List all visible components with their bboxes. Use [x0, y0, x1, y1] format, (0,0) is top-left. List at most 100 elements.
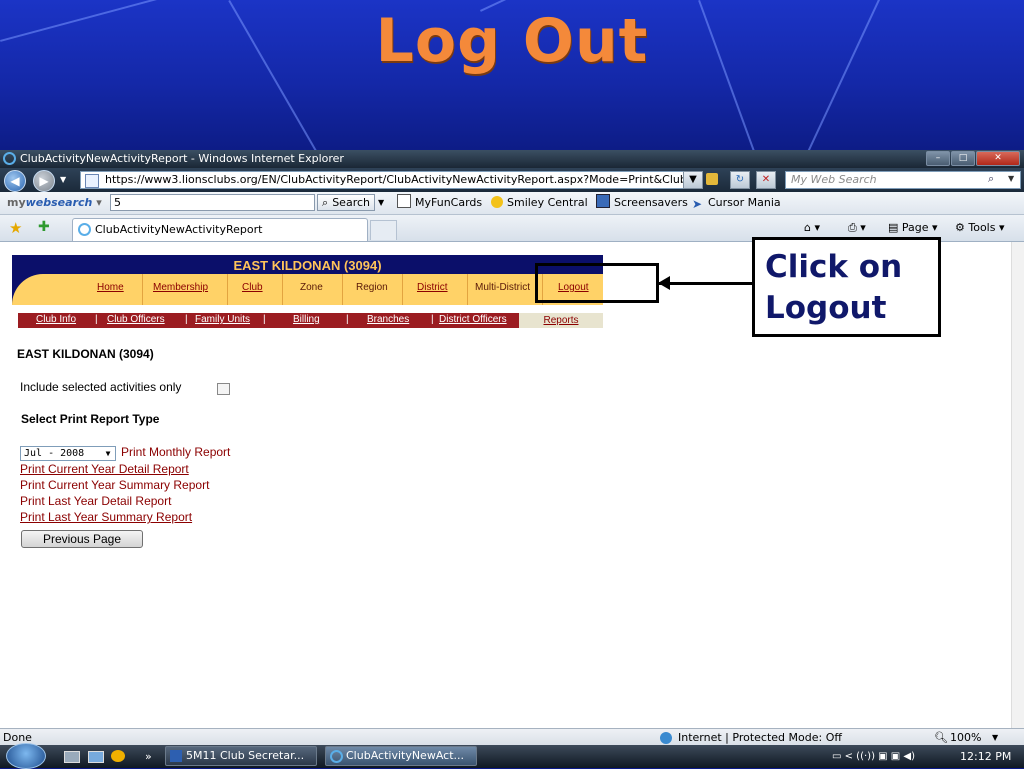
maximize-button[interactable]: □: [951, 151, 975, 166]
back-button[interactable]: ◀: [4, 170, 26, 192]
close-button[interactable]: ✕: [976, 151, 1020, 166]
vertical-scrollbar[interactable]: [1011, 242, 1024, 728]
clock[interactable]: 12:12 PM: [960, 745, 1011, 768]
print-icon[interactable]: ⎙ ▾: [848, 219, 866, 237]
page-icon: [85, 174, 99, 188]
new-tab-button[interactable]: [370, 220, 397, 240]
nav-separator: [467, 274, 468, 305]
zoom-dropdown-icon[interactable]: ▼: [992, 729, 998, 746]
subnav-separator: |: [346, 314, 349, 325]
include-selected-checkbox[interactable]: [217, 383, 230, 395]
nav-region[interactable]: Region: [356, 282, 388, 293]
refresh-icon[interactable]: ↻: [730, 171, 750, 189]
page-heading: EAST KILDONAN (3094): [17, 347, 154, 361]
nav-separator: [402, 274, 403, 305]
subnav-reports[interactable]: Reports: [519, 313, 603, 328]
print-last-year-summary-link[interactable]: Print Last Year Summary Report: [20, 510, 192, 524]
window-title: ClubActivityNewActivityReport - Windows …: [20, 152, 344, 165]
callout-text: Click on Logout: [765, 247, 902, 329]
site-header: EAST KILDONAN (3094) Home Membership Clu…: [12, 255, 603, 305]
club-title: EAST KILDONAN (3094): [233, 258, 382, 273]
address-bar[interactable]: https://www3.lionsclubs.org/EN/ClubActiv…: [80, 171, 700, 189]
zoom-icon: 🔍︎: [934, 731, 948, 744]
callout-arrow-icon: [658, 276, 670, 290]
callout-line2: Logout: [765, 290, 887, 326]
taskbar-item-word[interactable]: 5M11 Club Secretar...: [165, 746, 317, 766]
subnav-branches[interactable]: Branches: [367, 314, 409, 325]
search-options-dropdown-icon[interactable]: ▼: [378, 192, 384, 214]
nav-separator: [282, 274, 283, 305]
show-desktop-icon[interactable]: [64, 751, 80, 763]
print-current-year-summary-link[interactable]: Print Current Year Summary Report: [20, 478, 209, 492]
month-select-value: Jul - 2008: [24, 448, 85, 459]
toolbar-link-myfuncards[interactable]: MyFunCards: [397, 192, 482, 214]
tray-icons[interactable]: ▭ < ((·)) ▣ ▣ ◀): [832, 745, 915, 768]
history-dropdown-icon[interactable]: ▼: [60, 175, 66, 184]
print-last-year-detail-link[interactable]: Print Last Year Detail Report: [20, 494, 171, 508]
mywebsearch-input[interactable]: 5: [110, 194, 315, 211]
subnav-club-info[interactable]: Club Info: [36, 314, 76, 325]
stop-icon[interactable]: ✕: [756, 171, 776, 189]
ie-icon: [330, 750, 343, 763]
add-favorites-icon[interactable]: ✚: [38, 219, 50, 235]
search-button-label: Search: [332, 196, 370, 209]
web-search-field[interactable]: My Web Search: [785, 171, 1021, 189]
page-menu[interactable]: ▤ Page ▾: [888, 219, 938, 237]
monitor-icon: [596, 194, 610, 208]
lock-icon[interactable]: [706, 173, 718, 185]
status-bar: Done Internet | Protected Mode: Off 🔍︎ 1…: [0, 728, 1024, 746]
print-current-year-detail-link[interactable]: Print Current Year Detail Report: [20, 462, 189, 476]
previous-page-button[interactable]: Previous Page: [21, 530, 143, 548]
month-select[interactable]: Jul - 2008 ▼: [20, 446, 116, 461]
nav-district[interactable]: District: [417, 282, 448, 293]
security-zone[interactable]: Internet | Protected Mode: Off: [678, 729, 842, 746]
subnav-separator: |: [185, 314, 188, 325]
subnav-separator: |: [431, 314, 434, 325]
nav-multi-district[interactable]: Multi-District: [475, 282, 530, 293]
print-monthly-report-link[interactable]: Print Monthly Report: [121, 445, 230, 459]
callout-line1: Click on: [765, 249, 903, 285]
taskbar-item-label: 5M11 Club Secretar...: [186, 749, 305, 762]
window-controls: – □ ✕: [925, 151, 1020, 166]
subnav-club-officers[interactable]: Club Officers: [107, 314, 165, 325]
address-url: https://www3.lionsclubs.org/EN/ClubActiv…: [105, 173, 687, 186]
home-icon[interactable]: ⌂ ▾: [804, 219, 820, 237]
include-selected-label: Include selected activities only: [20, 380, 182, 394]
address-dropdown-icon[interactable]: ▼: [683, 171, 703, 189]
mywebsearch-search-button[interactable]: ⌕ Search: [317, 194, 375, 211]
magnifier-icon: ⌕: [322, 196, 329, 209]
taskbar-item-ie[interactable]: ClubActivityNewAct...: [325, 746, 477, 766]
forward-button[interactable]: ▶: [33, 170, 55, 192]
tools-menu[interactable]: ⚙ Tools ▾: [955, 219, 1005, 237]
toolbar-link-screensavers[interactable]: Screensavers: [596, 192, 688, 214]
subnav-billing[interactable]: Billing: [293, 314, 320, 325]
favorites-star-icon[interactable]: ★: [9, 219, 22, 237]
nav-membership[interactable]: Membership: [153, 282, 208, 293]
minimize-button[interactable]: –: [926, 151, 950, 166]
zoom-level[interactable]: 100%: [950, 729, 981, 746]
nav-zone[interactable]: Zone: [300, 282, 323, 293]
mywebsearch-logo[interactable]: mywebsearch ▾: [7, 192, 102, 214]
nav-separator: [227, 274, 228, 305]
tab-clubactivity[interactable]: ClubActivityNewActivityReport: [72, 218, 368, 241]
subnav-separator: |: [95, 314, 98, 325]
start-button[interactable]: [6, 743, 46, 769]
toolbar-link-cursor-mania[interactable]: ➤ Cursor Mania: [692, 192, 781, 214]
search-icon[interactable]: ⌕: [988, 172, 994, 186]
smiley-icon: [491, 196, 503, 208]
address-row: ◀ ▶ ▼ https://www3.lionsclubs.org/EN/Clu…: [0, 168, 1024, 192]
toolbar-link-smiley-central[interactable]: Smiley Central: [491, 192, 588, 214]
quicklaunch-more-icon[interactable]: »: [145, 745, 152, 768]
nav-club[interactable]: Club: [242, 282, 263, 293]
toolbar-link-label: MyFunCards: [415, 196, 483, 209]
subnav-family-units[interactable]: Family Units: [195, 314, 250, 325]
word-icon: [170, 750, 182, 762]
subnav-district-officers[interactable]: District Officers: [439, 314, 507, 325]
quicklaunch-icon[interactable]: [111, 750, 125, 762]
nav-separator: [142, 274, 143, 305]
switch-windows-icon[interactable]: [88, 751, 104, 763]
search-dropdown-icon[interactable]: ▼: [1008, 174, 1014, 183]
nav-separator: [342, 274, 343, 305]
nav-home[interactable]: Home: [97, 282, 124, 293]
mywebsearch-logo-prefix: my: [7, 196, 26, 209]
